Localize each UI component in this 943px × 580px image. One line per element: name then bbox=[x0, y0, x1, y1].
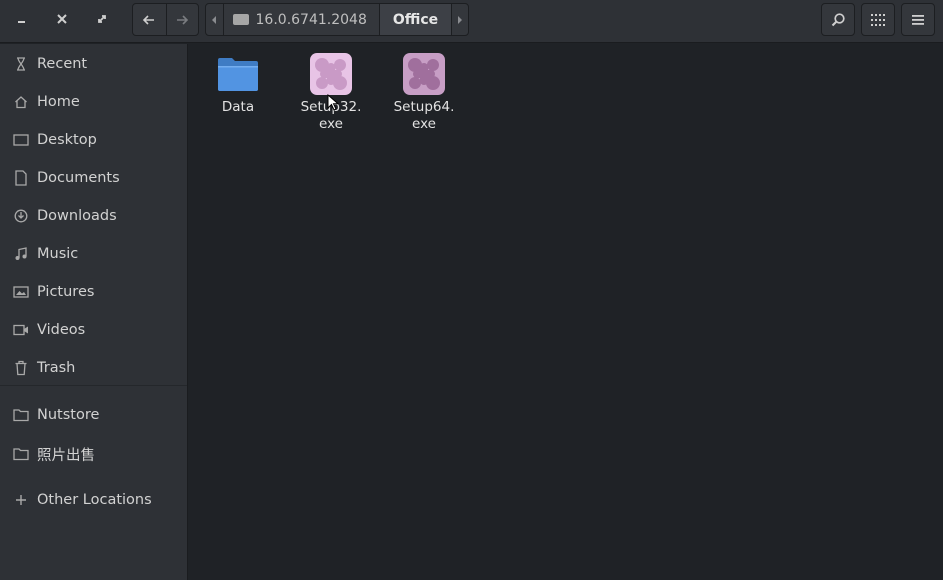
mouse-cursor-icon bbox=[327, 94, 339, 111]
sidebar-item-desktop[interactable]: Desktop bbox=[0, 122, 187, 158]
file-item-setup64[interactable]: Setup64. exe bbox=[381, 52, 467, 136]
sidebar-item-nutstore[interactable]: Nutstore bbox=[0, 397, 187, 433]
sidebar-item-label: Music bbox=[37, 246, 79, 262]
forward-button[interactable] bbox=[165, 4, 199, 35]
folder-icon bbox=[218, 58, 258, 91]
drive-icon bbox=[232, 14, 249, 25]
main-menu-button[interactable] bbox=[901, 3, 935, 36]
breadcrumb-office[interactable]: Office bbox=[378, 4, 452, 35]
breadcrumb-version-folder[interactable]: 16.0.6741.2048 bbox=[222, 4, 379, 35]
file-manager-window: 16.0.6741.2048 Office Recent Home Deskto… bbox=[0, 0, 943, 580]
search-button[interactable] bbox=[821, 3, 855, 36]
search-icon bbox=[831, 12, 845, 26]
sidebar-item-label: Documents bbox=[37, 170, 120, 186]
chevron-left-icon bbox=[212, 15, 217, 24]
sidebar-item-recent[interactable]: Recent bbox=[0, 46, 187, 82]
sidebar-item-label: Desktop bbox=[37, 132, 97, 148]
sidebar-item-trash[interactable]: Trash bbox=[0, 350, 187, 386]
sidebar: Recent Home Desktop Documents Downloads bbox=[0, 44, 188, 580]
hamburger-menu-icon bbox=[912, 14, 924, 25]
sidebar-item-label: Other Locations bbox=[37, 492, 152, 508]
minimize-icon bbox=[18, 21, 25, 23]
download-icon bbox=[12, 207, 30, 225]
header-bar: 16.0.6741.2048 Office bbox=[0, 0, 943, 43]
breadcrumb-label: Office bbox=[392, 11, 439, 28]
back-button[interactable] bbox=[133, 4, 166, 35]
pictures-icon bbox=[12, 283, 30, 301]
plus-icon bbox=[12, 491, 30, 509]
sidebar-item-label: Videos bbox=[37, 322, 86, 338]
arrow-left-icon bbox=[143, 14, 155, 25]
sidebar-item-documents[interactable]: Documents bbox=[0, 160, 187, 196]
maximize-button[interactable] bbox=[85, 4, 119, 34]
view-toggle-button[interactable] bbox=[861, 3, 895, 36]
sidebar-item-other-locations[interactable]: Other Locations bbox=[0, 482, 187, 518]
file-item-data-folder[interactable]: Data bbox=[195, 52, 281, 136]
path-scroll-right-button[interactable] bbox=[451, 4, 468, 35]
minimize-button[interactable] bbox=[5, 4, 39, 34]
sidebar-item-photo-sale[interactable]: 照片出售 bbox=[0, 436, 187, 472]
trash-icon bbox=[12, 359, 30, 377]
folder-icon bbox=[12, 406, 30, 424]
video-icon bbox=[12, 321, 30, 339]
chevron-right-icon bbox=[458, 15, 463, 24]
sidebar-divider bbox=[0, 385, 187, 386]
close-icon bbox=[57, 14, 67, 24]
folder-icon bbox=[12, 445, 30, 463]
breadcrumb-label: 16.0.6741.2048 bbox=[255, 11, 367, 28]
close-button[interactable] bbox=[45, 4, 79, 34]
sidebar-item-pictures[interactable]: Pictures bbox=[0, 274, 187, 310]
maximize-icon bbox=[98, 15, 106, 23]
sidebar-item-music[interactable]: Music bbox=[0, 236, 187, 272]
executable-icon bbox=[310, 53, 352, 95]
file-name: Setup64. exe bbox=[393, 99, 455, 132]
sidebar-item-label: Recent bbox=[37, 56, 88, 72]
sidebar-item-videos[interactable]: Videos bbox=[0, 312, 187, 348]
sidebar-item-label: Home bbox=[37, 94, 80, 110]
sidebar-item-home[interactable]: Home bbox=[0, 84, 187, 120]
grid-view-icon bbox=[871, 13, 885, 26]
sidebar-item-downloads[interactable]: Downloads bbox=[0, 198, 187, 234]
file-name: Data bbox=[221, 99, 255, 115]
path-scroll-left-button[interactable] bbox=[206, 4, 223, 35]
arrow-right-icon bbox=[177, 14, 189, 25]
path-bar: 16.0.6741.2048 Office bbox=[205, 3, 469, 36]
sidebar-item-label: Nutstore bbox=[37, 407, 100, 423]
file-view: Data Setup32. exe Setup64. exe bbox=[188, 44, 943, 580]
desktop-icon bbox=[12, 131, 30, 149]
sidebar-item-label: Downloads bbox=[37, 208, 117, 224]
navigation-buttons bbox=[132, 3, 199, 36]
sidebar-item-label: Trash bbox=[37, 360, 76, 376]
home-icon bbox=[12, 93, 30, 111]
sidebar-item-label: 照片出售 bbox=[37, 447, 95, 464]
music-icon bbox=[12, 245, 30, 263]
document-icon bbox=[12, 169, 30, 187]
executable-icon bbox=[403, 53, 445, 95]
sidebar-item-label: Pictures bbox=[37, 284, 95, 300]
clock-icon bbox=[12, 55, 30, 73]
